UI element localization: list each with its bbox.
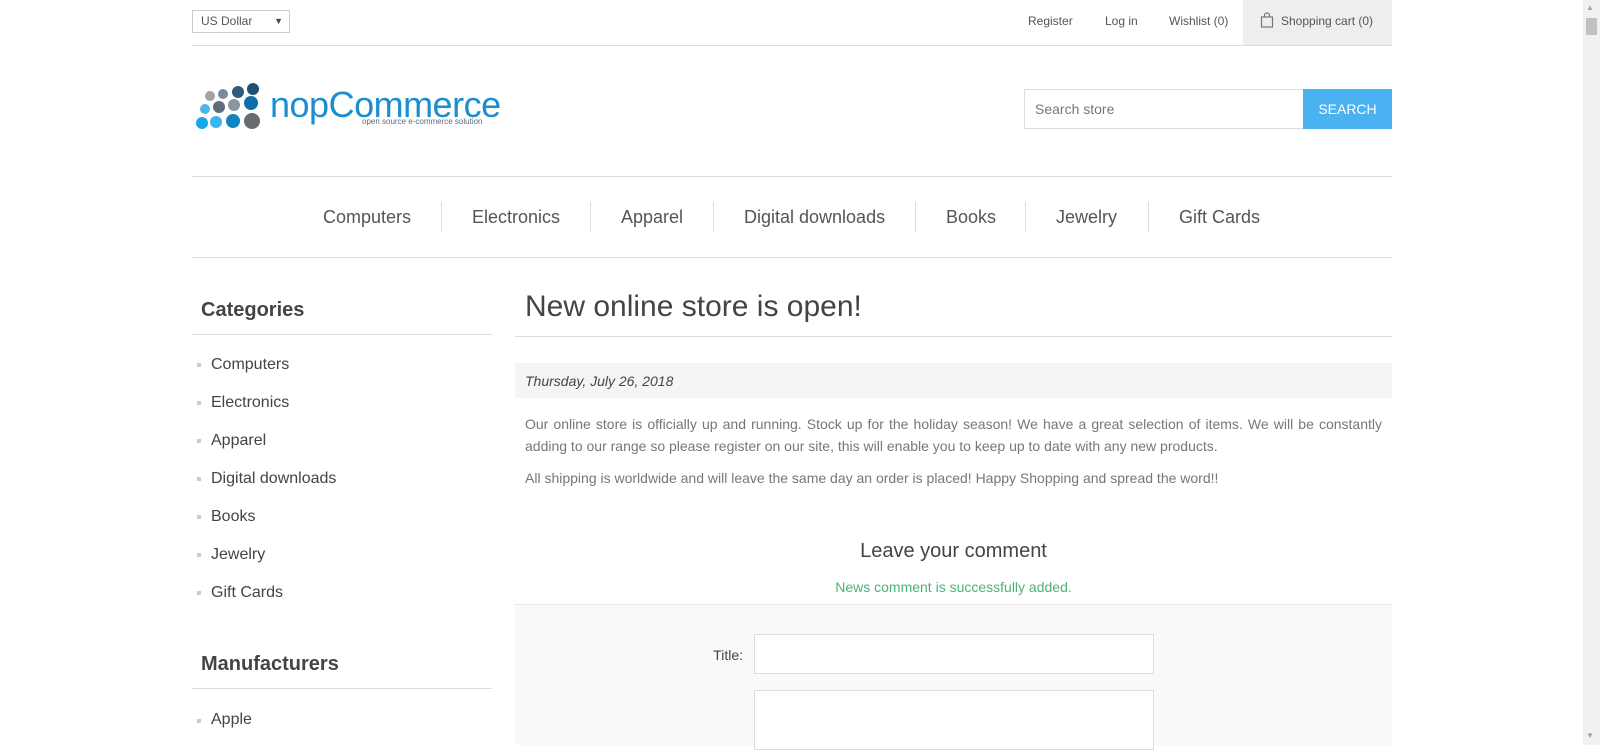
login-link[interactable]: Log in xyxy=(1105,14,1138,28)
nav-top-border xyxy=(192,176,1392,177)
scroll-down-icon[interactable]: ▼ xyxy=(1586,731,1594,740)
shopping-bag-icon xyxy=(1260,12,1274,33)
page-scrollbar[interactable] xyxy=(1583,0,1600,745)
currency-value: US Dollar xyxy=(201,14,253,28)
title-field-label: Title: xyxy=(713,647,743,663)
list-bullet xyxy=(197,401,201,405)
list-bullet xyxy=(197,515,201,519)
wishlist-link[interactable]: Wishlist (0) xyxy=(1169,14,1228,28)
nav-item-computers[interactable]: Computers xyxy=(323,207,411,228)
comment-heading: Leave your comment xyxy=(860,540,1047,562)
sidebar-item-apple[interactable]: Apple xyxy=(211,711,252,729)
sidebar-item-books[interactable]: Books xyxy=(211,508,255,526)
shopping-cart-label[interactable]: Shopping cart (0) xyxy=(1281,14,1373,28)
scrollbar-thumb[interactable] xyxy=(1586,18,1597,35)
register-link[interactable]: Register xyxy=(1028,14,1073,28)
sidebar-item-electronics[interactable]: Electronics xyxy=(211,394,289,412)
sidebar-item-gift-cards[interactable]: Gift Cards xyxy=(211,584,283,602)
nav-divider xyxy=(915,202,916,232)
comment-success-message: News comment is successfully added. xyxy=(835,579,1072,595)
nav-item-jewelry[interactable]: Jewelry xyxy=(1056,207,1117,228)
list-bullet xyxy=(197,439,201,443)
comment-title-field[interactable] xyxy=(754,634,1154,674)
scroll-up-icon[interactable]: ▲ xyxy=(1586,3,1594,12)
header-divider xyxy=(192,45,1392,46)
manufacturers-divider xyxy=(192,688,492,689)
nav-divider xyxy=(713,202,714,232)
nav-divider xyxy=(1025,202,1026,232)
search-button[interactable]: Search xyxy=(1303,89,1392,129)
news-paragraph: Our online store is officially up and ru… xyxy=(525,416,1382,454)
nav-item-digital-downloads[interactable]: Digital downloads xyxy=(744,207,885,228)
chevron-down-icon: ▼ xyxy=(274,16,283,26)
nav-divider xyxy=(590,202,591,232)
logo-tagline: open source e-commerce solution xyxy=(362,117,483,126)
nav-divider xyxy=(441,202,442,232)
list-bullet xyxy=(197,477,201,481)
nav-item-electronics[interactable]: Electronics xyxy=(472,207,560,228)
title-divider xyxy=(515,336,1392,337)
nav-bottom-border xyxy=(192,257,1392,258)
logo-icon[interactable] xyxy=(196,82,268,139)
search-input[interactable]: Search store xyxy=(1024,89,1304,129)
list-bullet xyxy=(197,719,201,723)
list-bullet xyxy=(197,553,201,557)
nav-item-books[interactable]: Books xyxy=(946,207,996,228)
nav-item-gift-cards[interactable]: Gift Cards xyxy=(1179,207,1260,228)
sidebar-item-jewelry[interactable]: Jewelry xyxy=(211,546,265,564)
list-bullet xyxy=(197,591,201,595)
news-date: Thursday, July 26, 2018 xyxy=(525,373,674,389)
nav-item-apparel[interactable]: Apparel xyxy=(621,207,683,228)
sidebar-item-computers[interactable]: Computers xyxy=(211,356,289,374)
news-paragraph: All shipping is worldwide and will leave… xyxy=(525,470,1219,486)
manufacturers-title: Manufacturers xyxy=(201,653,339,675)
sidebar-item-apparel[interactable]: Apparel xyxy=(211,432,266,450)
comment-text-field[interactable] xyxy=(754,690,1154,750)
list-bullet xyxy=(197,363,201,367)
categories-title: Categories xyxy=(201,299,305,321)
sidebar-item-digital-downloads[interactable]: Digital downloads xyxy=(211,470,336,488)
page-title: New online store is open! xyxy=(525,290,862,323)
currency-selector[interactable]: US Dollar ▼ xyxy=(192,10,290,33)
nav-divider xyxy=(1148,202,1149,232)
categories-divider xyxy=(192,334,492,335)
